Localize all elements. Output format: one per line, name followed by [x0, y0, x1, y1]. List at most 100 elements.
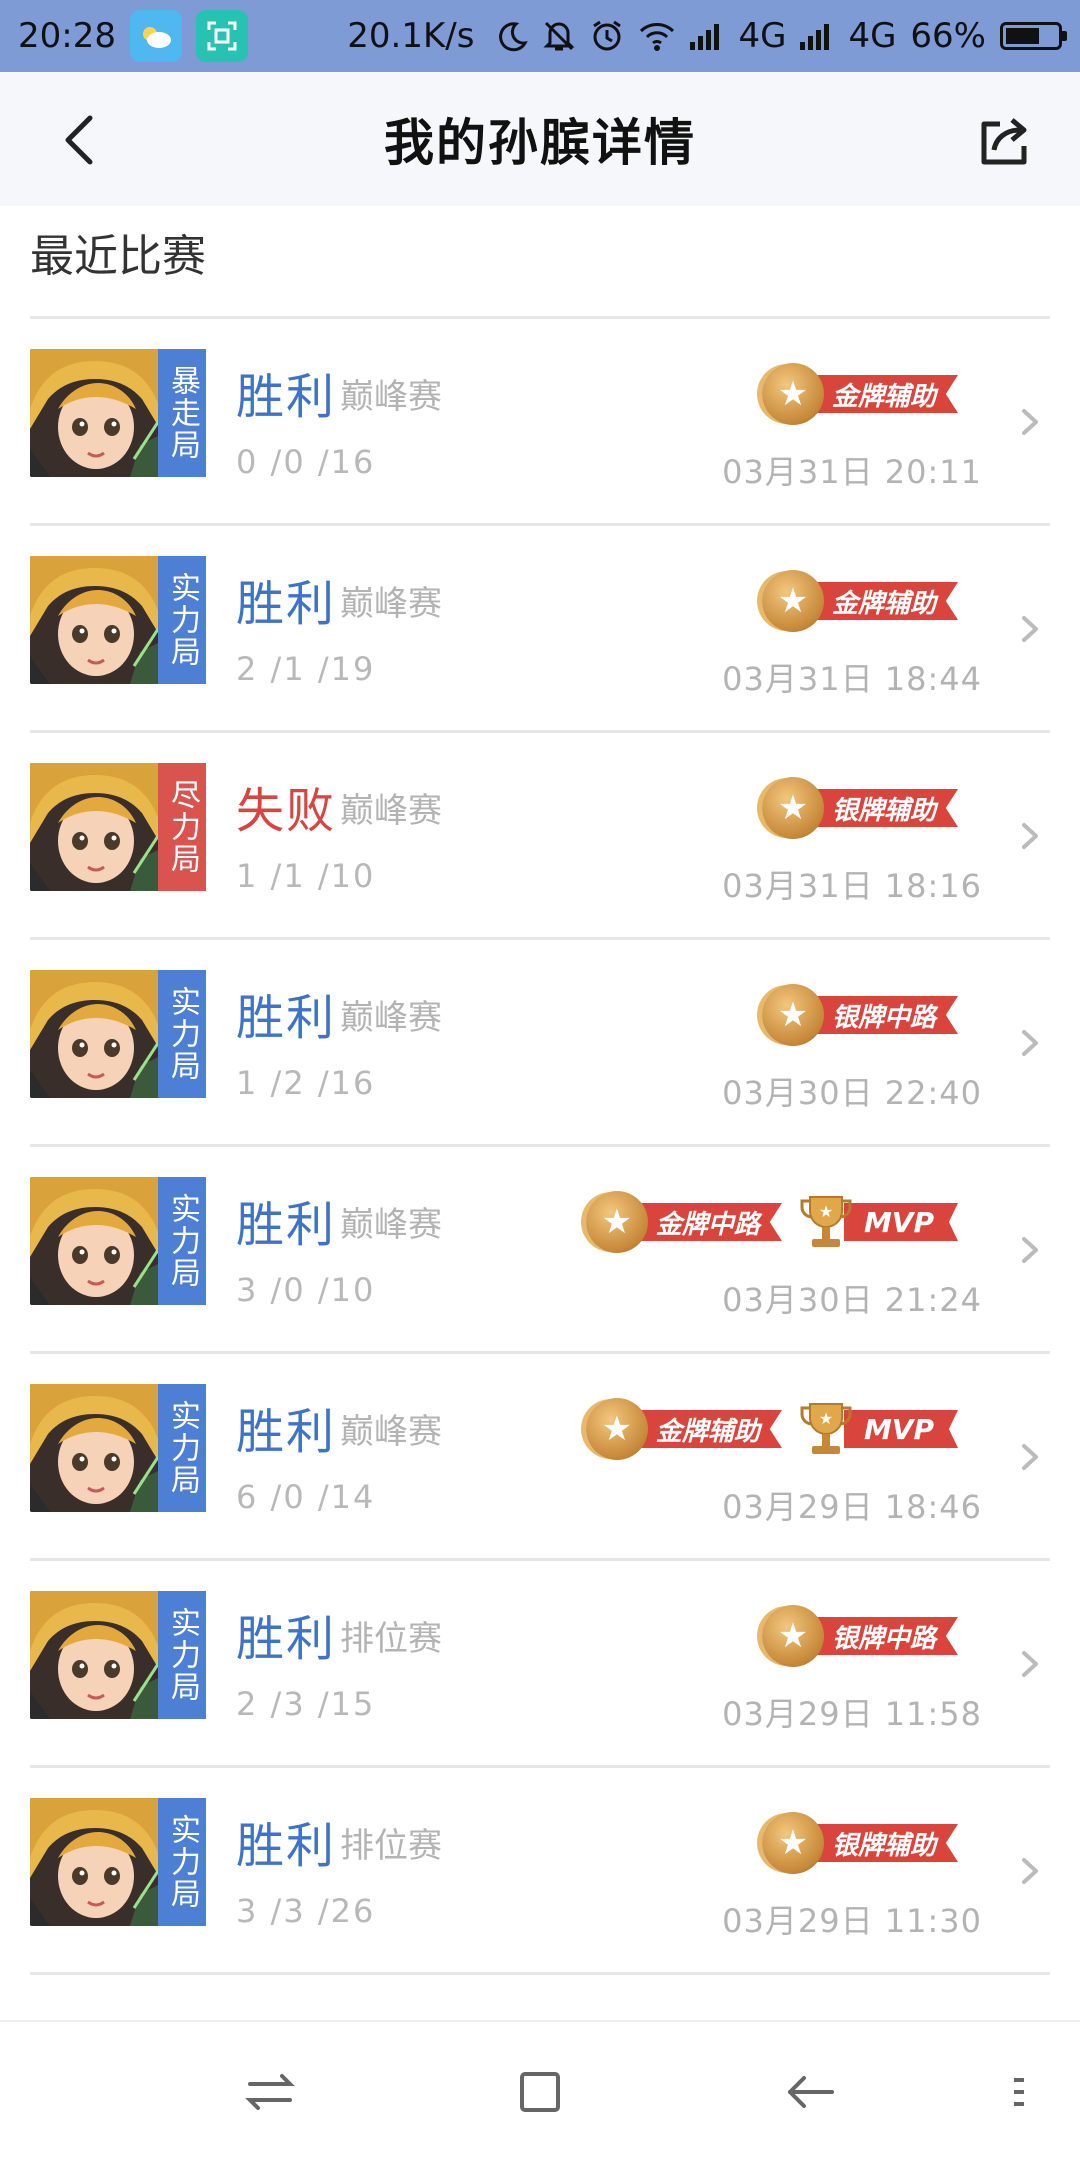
badge-label: 银牌辅助	[805, 789, 958, 827]
chevron-right-icon	[1022, 1651, 1038, 1677]
moon-icon	[496, 20, 529, 52]
bell-off-icon	[542, 19, 576, 53]
match-row[interactable]: 尽力局 失败 巅峰赛 1 /1 /10 ★ 银牌辅助 03月31日 18:16	[30, 733, 1050, 940]
match-type-tag: 实力局	[158, 556, 206, 684]
hero-avatar	[30, 556, 160, 684]
hero-portrait-icon	[30, 763, 160, 891]
match-result: 胜利	[236, 369, 337, 425]
match-mode: 巅峰赛	[340, 998, 442, 1038]
back-arrow-icon[interactable]	[780, 2062, 840, 2122]
match-mode: 巅峰赛	[340, 1412, 442, 1452]
medal-icon: ★	[585, 1191, 648, 1253]
match-type-tag: 暴走局	[158, 349, 206, 477]
network-type-1: 4G	[738, 16, 787, 56]
section-title: 最近比赛	[30, 231, 206, 282]
match-row[interactable]: 暴走局 胜利 巅峰赛 0 /0 /16 ★ 金牌辅助 03月31日 20:11	[30, 319, 1050, 526]
match-kda: 2 /1 /19	[236, 650, 376, 688]
chevron-right-icon	[1022, 1444, 1038, 1470]
hero-avatar	[30, 1591, 160, 1719]
match-result: 胜利	[236, 1611, 337, 1667]
star-icon: ★	[777, 581, 809, 621]
match-list: 暴走局 胜利 巅峰赛 0 /0 /16 ★ 金牌辅助 03月31日 20:11 实力局 胜利 巅峰…	[30, 316, 1050, 1975]
signal-icon	[690, 22, 724, 50]
page-title: 我的孙膑详情	[384, 114, 696, 172]
match-type-tag: 实力局	[158, 970, 206, 1098]
chevron-right-icon	[1022, 1858, 1038, 1884]
status-bar: 20:28 20.1K/s 4G 4G 66%	[0, 0, 1080, 72]
match-result: 胜利	[236, 1818, 337, 1874]
system-nav-bar	[0, 2020, 1080, 2162]
star-icon: ★	[777, 788, 809, 828]
menu-icon[interactable]	[1000, 2062, 1040, 2122]
medal-icon: ★	[761, 570, 824, 632]
match-kda: 6 /0 /14	[236, 1478, 376, 1516]
match-type-tag: 实力局	[158, 1177, 206, 1305]
match-kda: 0 /0 /16	[236, 443, 376, 481]
hero-avatar	[30, 349, 160, 477]
status-time: 20:28	[18, 16, 116, 56]
match-badges: ★ 银牌辅助	[761, 1812, 958, 1874]
chevron-right-icon	[1022, 409, 1038, 435]
hero-portrait-icon	[30, 1384, 160, 1512]
hero-portrait-icon	[30, 970, 160, 1098]
medal-badge: ★ 金牌辅助	[761, 363, 958, 425]
match-row[interactable]: 实力局 胜利 巅峰赛 1 /2 /16 ★ 银牌中路 03月30日 22:40	[30, 940, 1050, 1147]
match-row[interactable]: 实力局 胜利 巅峰赛 2 /1 /19 ★ 金牌辅助 03月31日 18:44	[30, 526, 1050, 733]
hero-portrait-icon	[30, 556, 160, 684]
star-icon: ★	[601, 1409, 633, 1449]
badge-label: 金牌辅助	[805, 375, 958, 413]
match-row[interactable]: 实力局 胜利 巅峰赛 6 /0 /14 ★ 金牌辅助 ★ MVP 03月29日 18:46	[30, 1354, 1050, 1561]
app-header: 我的孙膑详情	[0, 72, 1080, 206]
medal-badge: ★ 银牌辅助	[761, 777, 958, 839]
chevron-right-icon	[1022, 1237, 1038, 1263]
badge-label: 金牌辅助	[629, 1410, 782, 1448]
back-button[interactable]	[56, 110, 106, 170]
medal-badge: ★ 银牌中路	[761, 984, 958, 1046]
hero-avatar	[30, 970, 160, 1098]
match-badges: ★ 银牌中路	[761, 984, 958, 1046]
weather-icon	[129, 10, 182, 62]
medal-icon: ★	[761, 363, 824, 425]
match-date: 03月30日 22:40	[722, 1074, 982, 1112]
match-badges: ★ 银牌中路	[761, 1605, 958, 1667]
hero-avatar	[30, 763, 160, 891]
match-result: 失败	[236, 783, 337, 839]
match-kda: 2 /3 /15	[236, 1685, 376, 1723]
match-type-tag: 实力局	[158, 1384, 206, 1512]
hero-portrait-icon	[30, 349, 160, 477]
match-row[interactable]: 实力局 胜利 排位赛 3 /3 /26 ★ 银牌辅助 03月29日 11:30	[30, 1768, 1050, 1975]
match-row[interactable]: 实力局 胜利 巅峰赛 3 /0 /10 ★ 金牌中路 ★ MVP 03月30日 21:24	[30, 1147, 1050, 1354]
badge-label: MVP	[843, 1203, 958, 1241]
share-button[interactable]	[976, 114, 1032, 170]
match-mode: 排位赛	[340, 1826, 442, 1866]
match-row[interactable]: 实力局 胜利 排位赛 2 /3 /15 ★ 银牌中路 03月29日 11:58	[30, 1561, 1050, 1768]
match-badges: ★ 金牌辅助	[761, 363, 958, 425]
star-icon: ★	[601, 1202, 633, 1242]
match-result: 胜利	[236, 576, 337, 632]
chevron-right-icon	[1022, 823, 1038, 849]
match-kda: 3 /0 /10	[236, 1271, 376, 1309]
match-badges: ★ 银牌辅助	[761, 777, 958, 839]
trophy-icon: ★	[800, 1196, 852, 1247]
switch-icon[interactable]	[240, 2062, 300, 2122]
match-result: 胜利	[236, 1197, 337, 1253]
match-kda: 1 /1 /10	[236, 857, 376, 895]
badge-label: 银牌辅助	[805, 1824, 958, 1862]
hero-portrait-icon	[30, 1177, 160, 1305]
medal-icon: ★	[761, 984, 824, 1046]
match-date: 03月30日 21:24	[722, 1281, 982, 1319]
match-date: 03月31日 20:11	[722, 453, 982, 491]
svg-text:★: ★	[819, 1409, 833, 1428]
medal-badge: ★ 金牌辅助	[585, 1398, 782, 1460]
badge-label: 金牌辅助	[805, 582, 958, 620]
medal-icon: ★	[761, 777, 824, 839]
share-icon	[981, 118, 1027, 165]
match-date: 03月29日 11:58	[722, 1695, 982, 1733]
battery-icon	[1000, 22, 1067, 50]
home-square-icon[interactable]	[510, 2062, 570, 2122]
medal-badge: ★ 银牌中路	[761, 1605, 958, 1667]
badge-label: MVP	[843, 1410, 958, 1448]
alarm-icon	[590, 19, 624, 53]
hero-avatar	[30, 1798, 160, 1926]
medal-badge: ★ 金牌中路	[585, 1191, 782, 1253]
